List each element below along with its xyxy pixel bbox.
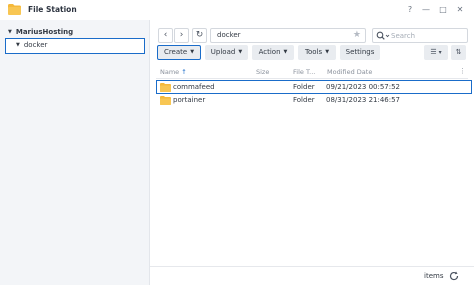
settings-button-label: Settings bbox=[345, 48, 375, 56]
sidebar-item-label: docker bbox=[23, 41, 48, 49]
view-mode-button[interactable]: ☰ ▾ bbox=[424, 45, 448, 60]
footer-divider bbox=[150, 266, 474, 267]
sidebar-root-mariushosting[interactable]: ▼ MariusHosting bbox=[8, 28, 73, 36]
dropdown-arrow-icon: ▼ bbox=[238, 49, 243, 55]
search-input[interactable] bbox=[391, 30, 465, 41]
sidebar: ▼ MariusHosting ▼ docker bbox=[0, 20, 150, 285]
column-header-name[interactable]: Name ↑ bbox=[160, 68, 187, 76]
view-dropdown-icon: ▾ bbox=[438, 49, 442, 56]
folder-icon bbox=[160, 96, 171, 105]
upload-button[interactable]: Upload ▼ bbox=[205, 45, 248, 60]
row-type: Folder bbox=[293, 83, 315, 91]
table-row[interactable]: portainer Folder 08/31/2023 21:46:57 bbox=[156, 94, 472, 108]
upload-button-label: Upload bbox=[210, 48, 236, 56]
path-text: docker bbox=[217, 31, 241, 39]
sort-button[interactable]: ⇅ bbox=[451, 45, 466, 60]
caret-down-icon[interactable]: ▼ bbox=[16, 39, 20, 52]
action-button[interactable]: Action ▼ bbox=[252, 45, 294, 60]
search-box[interactable] bbox=[372, 28, 468, 43]
create-button-label: Create bbox=[163, 48, 188, 56]
tools-button[interactable]: Tools ▼ bbox=[298, 45, 336, 60]
refresh-icon[interactable] bbox=[448, 270, 460, 282]
column-header-modified-date[interactable]: Modified Date bbox=[327, 68, 372, 76]
favorite-star-icon[interactable]: ★ bbox=[353, 30, 361, 40]
sort-ascending-icon: ↑ bbox=[181, 68, 187, 76]
row-name: commafeed bbox=[173, 83, 215, 91]
folder-icon bbox=[160, 83, 171, 92]
create-button[interactable]: Create ▼ bbox=[157, 45, 201, 60]
window-title: File Station bbox=[28, 5, 77, 14]
sidebar-root-label: MariusHosting bbox=[15, 28, 74, 36]
table-row[interactable]: commafeed Folder 09/21/2023 00:57:52 bbox=[156, 80, 472, 94]
refresh-button[interactable]: ↻ bbox=[192, 28, 207, 43]
settings-button[interactable]: Settings bbox=[340, 45, 380, 60]
back-button[interactable]: ‹ bbox=[158, 28, 173, 43]
maximize-button[interactable]: □ bbox=[437, 3, 449, 16]
file-station-icon bbox=[8, 4, 21, 15]
column-header-size[interactable]: Size bbox=[256, 68, 269, 76]
help-button[interactable]: ? bbox=[404, 3, 416, 16]
minimize-button[interactable]: — bbox=[420, 3, 432, 16]
dropdown-arrow-icon: ▼ bbox=[283, 49, 288, 55]
path-bar[interactable]: docker ★ bbox=[210, 28, 366, 43]
dropdown-arrow-icon: ▼ bbox=[190, 49, 195, 55]
forward-button[interactable]: › bbox=[174, 28, 189, 43]
row-modified: 09/21/2023 00:57:52 bbox=[326, 83, 401, 91]
caret-down-icon[interactable]: ▼ bbox=[8, 29, 12, 35]
title-bar: File Station ? — □ ✕ bbox=[0, 0, 474, 20]
dropdown-arrow-icon: ▼ bbox=[325, 49, 330, 55]
items-count-label: items bbox=[424, 272, 444, 280]
close-button[interactable]: ✕ bbox=[454, 3, 466, 16]
action-button-label: Action bbox=[258, 48, 281, 56]
column-header-name-label: Name bbox=[160, 68, 180, 76]
row-name: portainer bbox=[173, 96, 206, 104]
search-icon[interactable] bbox=[376, 31, 390, 41]
tools-button-label: Tools bbox=[304, 48, 323, 56]
row-modified: 08/31/2023 21:46:57 bbox=[326, 96, 401, 104]
sidebar-item-docker[interactable]: ▼ docker bbox=[5, 38, 145, 54]
list-view-icon: ☰ bbox=[430, 48, 437, 56]
column-header-file-type[interactable]: File T... bbox=[293, 68, 315, 76]
row-type: Folder bbox=[293, 96, 315, 104]
column-menu-icon[interactable]: ⋮ bbox=[459, 67, 466, 75]
header-divider bbox=[156, 78, 468, 79]
